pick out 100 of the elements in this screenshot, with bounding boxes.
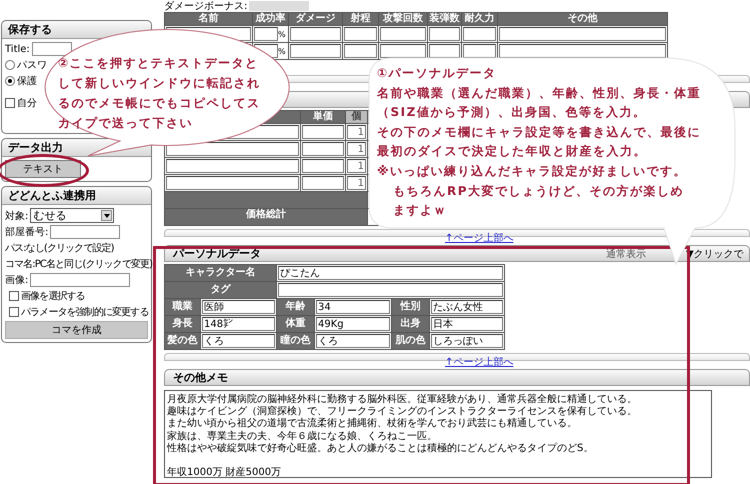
total-label: 価格総計 (165, 209, 367, 225)
input-field[interactable] (429, 44, 460, 58)
column-header: 成功率 (253, 13, 288, 25)
input-field[interactable] (463, 27, 496, 41)
field-label: 対象: (5, 210, 28, 222)
callout-text: ②ここを押すとテキストデータと (58, 55, 259, 72)
checkbox[interactable] (9, 307, 19, 317)
memo-field[interactable]: 月夜原大学付属病院の脳神経外科に勤務する脳外科医。従軍経験があり、通常兵器全般に精通している。 趣味はケイビング（洞窟探検）で、フリークライミングのインストラクターライセンスを保有している。 また幼い頃から祖父の道場で古流柔術と捕縄術、杖術を学んでおり武芸にも精通している。 家族は、専業主夫の夫、今年６歳になる娘、くろねこ一匹。 性格はやや破綻気味で好奇心旺盛。あと人の嫌がることは積極的にどんどんやるタイプのどS。 年収1000万 財産5000万 (164, 390, 712, 478)
column-header: 名前 (165, 13, 252, 25)
callout-text: 名前や職業（選んだ職業）、年齢、性別、身長・体重 (377, 84, 701, 102)
input-field[interactable] (302, 176, 344, 190)
callout-text: して新しいウインドウに転記され (58, 75, 260, 92)
title-field[interactable] (32, 42, 72, 56)
row-label: 年齢 (277, 299, 314, 315)
input-field[interactable] (380, 44, 426, 58)
piece-name-link[interactable]: コマ名:PC名と同じ(クリックで変更) (5, 257, 152, 271)
create-piece-button[interactable]: コマを作成 (5, 321, 148, 339)
room-number-field[interactable] (50, 225, 120, 239)
input-field[interactable] (344, 27, 377, 41)
row-label: 職業 (165, 299, 200, 315)
row-label: 出身 (392, 316, 429, 332)
row-label: 身長 (165, 316, 200, 332)
input-field[interactable]: 49Kg (316, 317, 390, 331)
text-button[interactable]: テキスト (5, 160, 81, 178)
row-label: タグ (165, 282, 276, 298)
percent-label: % (278, 46, 286, 56)
checkbox-label: パラメータを強制的に変更する (21, 306, 148, 319)
input-field[interactable]: たぶん女性 (431, 300, 503, 314)
panel-title: どどんとふ連携用 (2, 187, 151, 205)
callout-text: ※いっぱい練り込んだキャラ設定が好ましいです。 (377, 162, 688, 180)
radio-label: 保護 (17, 74, 37, 88)
input-field[interactable] (380, 27, 426, 41)
password-link[interactable]: パス:なし(クリックで設定) (5, 241, 114, 255)
name-field[interactable]: ぴこたん (278, 266, 503, 280)
row-label: 性別 (392, 299, 429, 315)
column-header: その他 (498, 13, 667, 25)
input-field[interactable]: くろ (202, 334, 275, 348)
callout-text: ますよｗ (392, 202, 447, 220)
input-field[interactable]: 医師 (202, 300, 275, 314)
checkbox[interactable] (9, 291, 19, 301)
damage-bonus-field[interactable] (249, 1, 310, 11)
input-field[interactable] (499, 27, 666, 41)
field-label: 画像: (5, 274, 28, 287)
checkbox[interactable] (5, 98, 15, 108)
callout-text: その下のメモ欄にキャラ設定等を書き込んで、最後に (377, 124, 701, 141)
column-header: 射程 (343, 13, 378, 25)
callout-text: カイプで送って下さい (58, 115, 193, 132)
count-field[interactable]: 1 (347, 159, 366, 173)
column-header: 装弾数 (428, 13, 461, 25)
input-field[interactable]: 148㌢ (202, 317, 275, 331)
target-select[interactable]: むせる (30, 208, 114, 223)
input-field[interactable] (302, 142, 344, 156)
input-field[interactable]: しろっぽい (431, 334, 503, 348)
count-field[interactable]: 1 (347, 125, 366, 139)
callout-text: るのでメモ帳にでもコピペしてス (58, 95, 260, 112)
column-header: ダメージ (289, 13, 342, 25)
tag-field[interactable] (278, 283, 503, 297)
input-field[interactable] (166, 159, 299, 173)
page-top-link[interactable]: ↑ページ上部へ (445, 233, 514, 244)
input-field[interactable] (344, 44, 377, 58)
input-field[interactable]: 日本 (431, 317, 503, 331)
column-header: 攻撃回数 (379, 13, 427, 25)
callout-text: もちろんRP大変でしょうけど、その方が楽しめ (392, 182, 684, 200)
callout-text: （SIZ値から予測）、出身国、色等を入力。 (377, 104, 646, 122)
count-field[interactable]: 1 (347, 142, 366, 156)
callout-text: ①パーソナルデータ (377, 65, 497, 82)
callout-text: 最初のダイスで決定した年収と財産を入力。 (377, 143, 647, 160)
section-title: パーソナルデータ (173, 246, 261, 261)
input-field[interactable]: くろ (316, 334, 390, 348)
input-field[interactable] (429, 27, 460, 41)
section-title: その他メモ (173, 370, 228, 385)
checkbox-label: 画像を選択する (21, 290, 85, 303)
row-label: 瞳の色 (277, 333, 314, 349)
view-mode-label: 通常表示 (606, 248, 646, 260)
input-field[interactable] (166, 176, 299, 190)
input-field[interactable] (290, 44, 341, 58)
row-label: キャラクター名 (165, 265, 276, 281)
field-label: Title: (5, 44, 30, 54)
input-field[interactable] (166, 142, 299, 156)
field-label: 部屋番号: (5, 226, 48, 239)
radio-button[interactable] (5, 76, 15, 86)
input-field[interactable] (290, 27, 341, 41)
radio-label: パスワ (17, 59, 47, 72)
count-field[interactable]: 1 (347, 176, 366, 190)
input-field[interactable] (499, 44, 666, 58)
column-header: 耐久力 (462, 13, 497, 25)
input-field[interactable] (254, 27, 278, 41)
image-field[interactable] (30, 273, 130, 287)
row-label: 体重 (277, 316, 314, 332)
checkbox-label: 自分 (17, 97, 37, 110)
field-label: ダメージボーナス: (164, 0, 248, 12)
page-top-link[interactable]: ↑ページ上部へ (445, 357, 514, 368)
input-field[interactable] (302, 159, 344, 173)
percent-label: % (278, 30, 286, 38)
radio-button[interactable] (5, 60, 15, 70)
row-label: 髪の色 (165, 333, 200, 349)
input-field[interactable]: 34 (316, 300, 390, 314)
column-header: 単価 (301, 111, 345, 123)
input-field[interactable] (302, 125, 344, 139)
input-field[interactable] (463, 44, 496, 58)
